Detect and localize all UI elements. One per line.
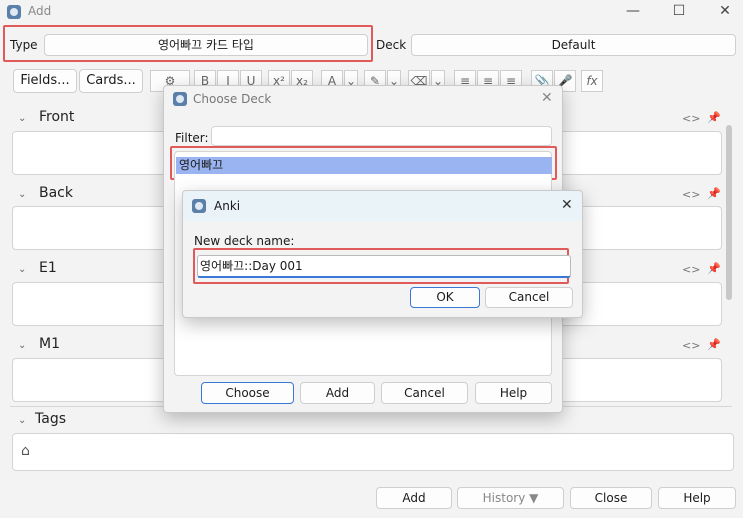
type-label: Type (10, 38, 38, 52)
help-button[interactable]: Help (475, 382, 552, 404)
collapse-chevron-icon[interactable]: ⌄ (18, 189, 26, 200)
field-label-e1: E1 (39, 260, 57, 276)
function-icon[interactable]: fx (581, 70, 603, 92)
field-label-front: Front (39, 109, 75, 125)
collapse-chevron-icon[interactable]: ⌄ (18, 340, 26, 351)
cancel-button[interactable]: Cancel (381, 382, 468, 404)
deck-button[interactable]: Default (411, 34, 736, 56)
new-deck-name-input[interactable]: 영어빠끄::Day 001 (197, 255, 571, 278)
deck-label: Deck (376, 38, 407, 52)
html-editor-icon[interactable]: <> (682, 112, 700, 125)
note-type-button[interactable]: 영어빠끄 카드 타입 (44, 34, 368, 56)
scrollbar-thumb[interactable] (726, 125, 732, 300)
fields-button[interactable]: Fields... (13, 69, 77, 93)
html-editor-icon[interactable]: <> (682, 188, 700, 201)
cancel-button[interactable]: Cancel (485, 287, 573, 308)
anki-app-icon (192, 199, 206, 213)
close-dialog-icon[interactable]: ✕ (541, 90, 553, 106)
anki-app-icon (7, 5, 21, 19)
history-button[interactable]: History ▼ (457, 487, 564, 509)
choose-button[interactable]: Choose (201, 382, 294, 404)
maximize-button[interactable]: ☐ (664, 1, 694, 21)
ok-button[interactable]: OK (410, 287, 480, 308)
close-window-button[interactable]: ✕ (710, 1, 740, 21)
filter-input[interactable] (211, 126, 552, 146)
window-title: Add (28, 4, 52, 18)
collapse-chevron-icon[interactable]: ⌄ (18, 264, 26, 275)
filter-label: Filter: (175, 131, 209, 145)
field-label-m1: M1 (39, 336, 60, 352)
collapse-chevron-icon[interactable]: ⌄ (18, 113, 26, 124)
title-bar: Add — ☐ ✕ (0, 0, 743, 24)
deck-list-item[interactable]: 영어빠끄 (176, 157, 552, 174)
close-dialog-icon[interactable]: ✕ (561, 197, 573, 213)
dialog-title: Anki (214, 199, 241, 213)
new-deck-prompt: New deck name: (194, 234, 295, 248)
html-editor-icon[interactable]: <> (682, 339, 700, 352)
html-editor-icon[interactable]: <> (682, 263, 700, 276)
cards-button[interactable]: Cards... (79, 69, 143, 93)
field-label-back: Back (39, 185, 73, 201)
minimize-button[interactable]: — (618, 1, 648, 21)
dialog-titlebar (183, 191, 582, 221)
tag-icon: ⌂ (21, 443, 30, 459)
anki-app-icon (173, 92, 187, 106)
add-button[interactable]: Add (376, 487, 452, 509)
pin-icon[interactable]: 📌 (707, 187, 721, 200)
new-deck-dialog: Anki ✕ New deck name: 영어빠끄::Day 001 OK C… (182, 190, 583, 318)
tags-label: Tags (35, 411, 66, 427)
add-deck-button[interactable]: Add (300, 382, 375, 404)
help-button[interactable]: Help (658, 487, 736, 509)
pin-icon[interactable]: 📌 (707, 111, 721, 124)
pin-icon[interactable]: 📌 (707, 262, 721, 275)
dialog-title: Choose Deck (193, 92, 272, 106)
tags-input[interactable]: ⌂ (12, 433, 734, 471)
collapse-chevron-icon[interactable]: ⌄ (18, 415, 26, 426)
close-button[interactable]: Close (570, 487, 652, 509)
pin-icon[interactable]: 📌 (707, 338, 721, 351)
